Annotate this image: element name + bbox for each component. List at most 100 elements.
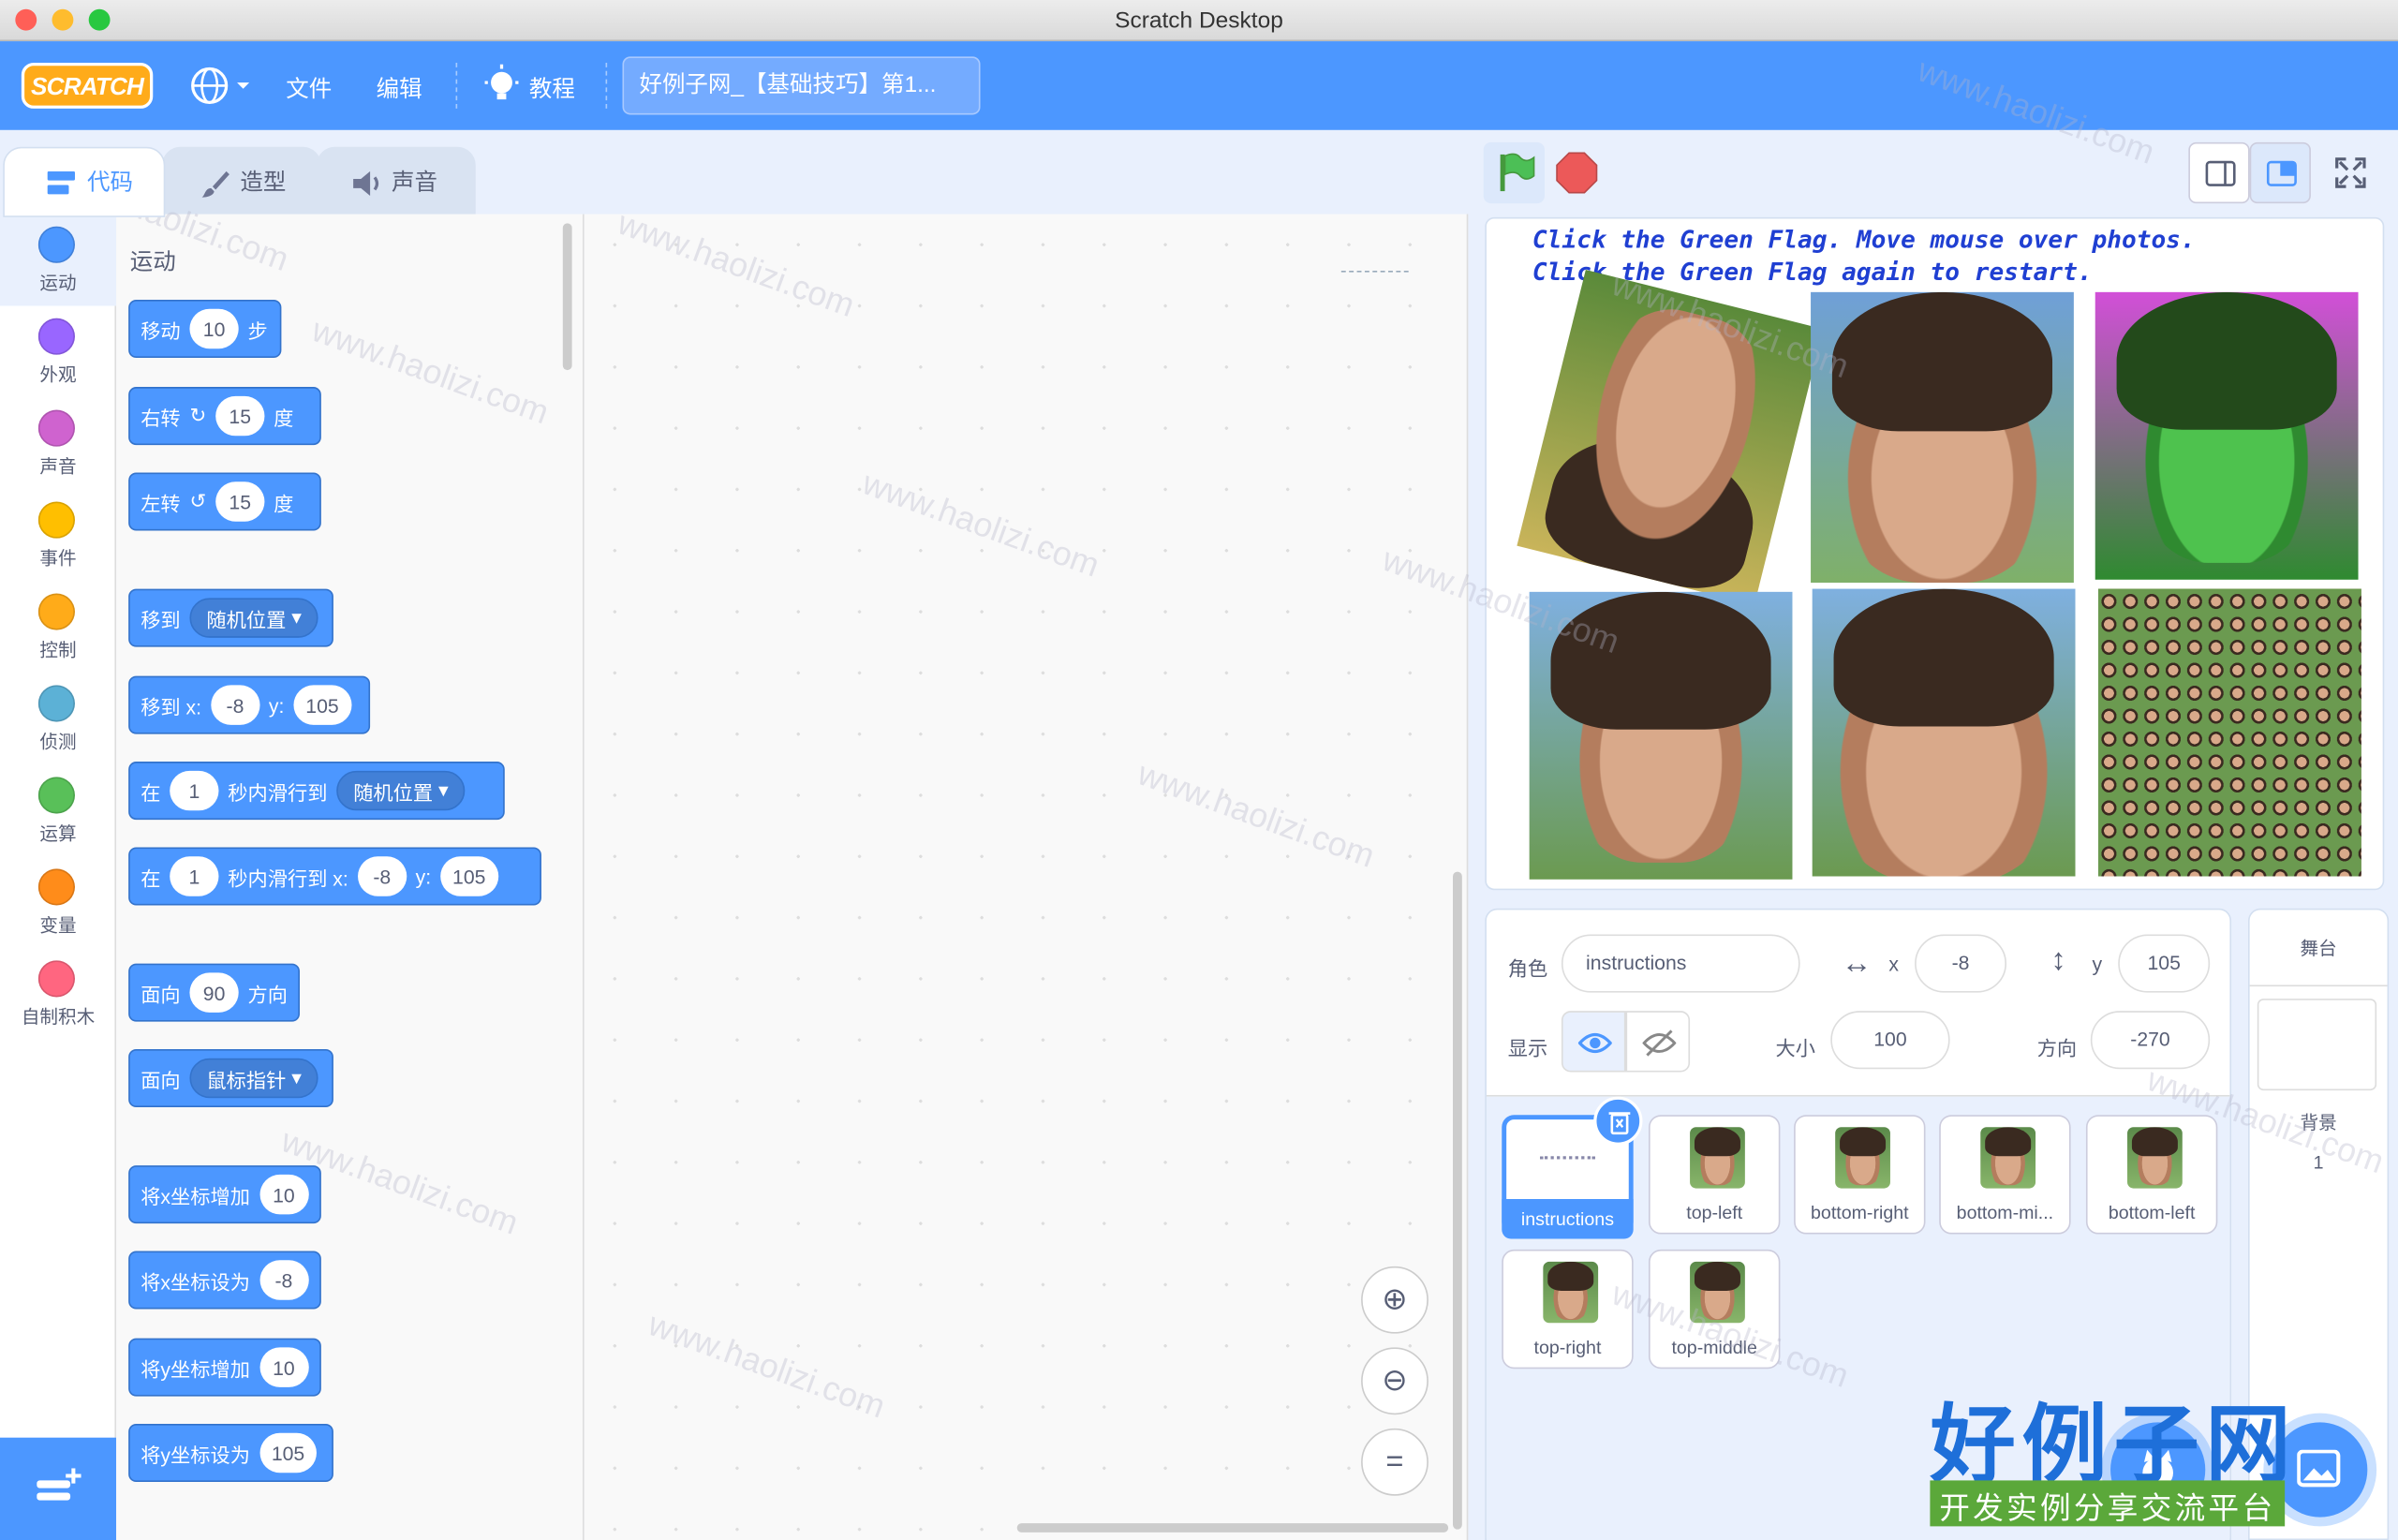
photo-bottom-right-tiled[interactable]: [2097, 588, 2361, 877]
block-set-x[interactable]: 将x坐标设为 -8: [128, 1251, 321, 1310]
add-extension-button[interactable]: [0, 1437, 117, 1540]
stage-canvas[interactable]: Click the Green Flag. Move mouse over ph…: [1485, 216, 2385, 891]
size-input[interactable]: 100: [1830, 1011, 1950, 1070]
block-input[interactable]: 105: [259, 1432, 318, 1473]
block-input[interactable]: 1: [170, 856, 219, 896]
green-flag-button[interactable]: [1483, 141, 1545, 204]
block-input[interactable]: 90: [189, 972, 239, 1013]
block-move-steps[interactable]: 移动 10 步: [128, 299, 282, 359]
hair: [1547, 1261, 1594, 1292]
block-change-x[interactable]: 将x坐标增加 10: [128, 1165, 321, 1224]
sprite-tile[interactable]: top-right: [1502, 1249, 1634, 1370]
category-sound[interactable]: 声音: [0, 397, 116, 489]
block-change-y[interactable]: 将y坐标增加 10: [128, 1338, 321, 1397]
block-text: 度: [274, 491, 294, 515]
category-control[interactable]: 控制: [0, 581, 116, 673]
language-menu[interactable]: [189, 66, 259, 105]
script-horizontal-scrollbar[interactable]: [1016, 1523, 1449, 1533]
block-dropdown[interactable]: 随机位置 ▾: [189, 598, 318, 638]
large-stage-button[interactable]: [2249, 141, 2311, 204]
block-turn-right[interactable]: 右转 ↻ 15 度: [128, 387, 321, 446]
block-turn-left[interactable]: 左转 ↺ 15 度: [128, 472, 321, 531]
x-arrows-icon: ↔: [1841, 946, 1873, 981]
category-label: 控制: [39, 639, 77, 661]
category-variables[interactable]: 变量: [0, 856, 116, 948]
category-sensing[interactable]: 侦测: [0, 673, 116, 764]
block-go-to-xy[interactable]: 移到 x: -8 y: 105: [128, 675, 371, 734]
zoom-out-button[interactable]: ⊖: [1361, 1347, 1428, 1415]
block-input[interactable]: 1: [170, 770, 219, 811]
category-operators[interactable]: 运算: [0, 764, 116, 856]
edit-menu[interactable]: 编辑: [377, 72, 422, 104]
category-looks[interactable]: 外观: [0, 306, 116, 398]
fullscreen-button[interactable]: [2320, 142, 2381, 203]
sprite-info: 角色 instructions ↔ x -8 ↕ y 105 显示 大小 100…: [1486, 910, 2230, 1097]
photo-bottom-middle[interactable]: [1812, 588, 2076, 877]
block-dropdown[interactable]: 随机位置 ▾: [336, 770, 466, 811]
cat-icon: [2142, 1449, 2173, 1488]
category-dot: [37, 868, 75, 906]
hair: [1839, 1127, 1887, 1157]
block-point-towards[interactable]: 面向 鼠标指针 ▾: [128, 1048, 333, 1108]
choose-sprite-button[interactable]: [2110, 1422, 2206, 1518]
tab-costumes[interactable]: 造型: [162, 146, 321, 217]
block-input[interactable]: 15: [215, 481, 265, 522]
x-position-input[interactable]: -8: [1915, 934, 2007, 993]
block-glide-to[interactable]: 在 1 秒内滑行到 随机位置 ▾: [128, 762, 505, 821]
large-stage-icon: [2266, 160, 2297, 186]
tab-sounds[interactable]: 声音: [316, 146, 476, 217]
zoom-in-button[interactable]: ⊕: [1361, 1266, 1428, 1334]
sprite-tile[interactable]: top-left: [1648, 1115, 1781, 1235]
category-events[interactable]: 事件: [0, 489, 116, 581]
sprite-tile[interactable]: bottom-left: [2085, 1115, 2218, 1235]
menu-bar: SCRATCH 文件 编辑 教程 好例子网_【基础技巧】第1...: [0, 41, 2398, 130]
sprite-tile[interactable]: bottom-right: [1794, 1115, 1926, 1235]
photo-bottom-left[interactable]: [1529, 591, 1793, 880]
sprite-thumbnail: [1543, 1261, 1599, 1324]
block-text: 秒内滑行到: [228, 780, 328, 804]
project-title-input[interactable]: 好例子网_【基础技巧】第1...: [622, 56, 981, 115]
photo-top-right[interactable]: [2095, 291, 2359, 580]
tutorials-menu[interactable]: 教程: [483, 64, 590, 108]
file-menu[interactable]: 文件: [286, 72, 332, 104]
block-go-to[interactable]: 移到 随机位置 ▾: [128, 588, 333, 647]
category-motion[interactable]: 运动: [0, 214, 117, 306]
block-dropdown[interactable]: 鼠标指针 ▾: [189, 1058, 318, 1099]
direction-input[interactable]: -270: [2090, 1011, 2211, 1070]
block-input[interactable]: 10: [259, 1347, 309, 1387]
show-sprite-button[interactable]: [1561, 1011, 1626, 1073]
photo-top-middle[interactable]: [1811, 291, 2074, 584]
choose-backdrop-button[interactable]: [2272, 1422, 2368, 1518]
block-input[interactable]: 10: [259, 1174, 309, 1215]
backdrop-thumbnail: [2257, 999, 2377, 1091]
block-input[interactable]: 105: [439, 856, 498, 896]
sprite-tile[interactable]: top-middle: [1648, 1249, 1781, 1370]
script-vertical-scrollbar[interactable]: [1453, 871, 1462, 1530]
tab-code[interactable]: 代码: [3, 146, 166, 217]
photo-top-left[interactable]: [1517, 270, 1824, 605]
block-input[interactable]: 10: [189, 308, 239, 349]
hair: [1984, 1127, 2032, 1157]
block-input[interactable]: 105: [293, 685, 351, 725]
block-point-in-direction[interactable]: 面向 90 方向: [128, 963, 300, 1022]
script-area[interactable]: ⊕ ⊖ =: [584, 214, 1469, 1540]
block-set-y[interactable]: 将y坐标设为 105: [128, 1423, 333, 1483]
block-glide-to-xy[interactable]: 在 1 秒内滑行到 x: -8 y: 105: [128, 847, 541, 906]
sprite-tile[interactable]: bottom-mi...: [1939, 1115, 2071, 1235]
block-input[interactable]: 15: [215, 395, 265, 437]
direction-label: 方向: [2036, 1036, 2078, 1060]
hide-sprite-button[interactable]: [1625, 1011, 1691, 1073]
block-input[interactable]: -8: [210, 685, 260, 725]
stop-button[interactable]: [1547, 142, 1607, 203]
palette-scrollbar[interactable]: [562, 223, 572, 371]
small-stage-button[interactable]: [2188, 141, 2250, 204]
block-input[interactable]: -8: [259, 1260, 309, 1300]
zoom-reset-button[interactable]: =: [1361, 1428, 1428, 1496]
category-my-blocks[interactable]: 自制积木: [0, 948, 116, 1040]
delete-sprite-button[interactable]: [1593, 1096, 1643, 1146]
scratch-logo[interactable]: SCRATCH: [21, 62, 154, 109]
eye-icon: [1577, 1032, 1612, 1054]
y-position-input[interactable]: 105: [2118, 934, 2211, 993]
block-input[interactable]: -8: [357, 856, 407, 896]
sprite-name-input[interactable]: instructions: [1561, 934, 1800, 993]
